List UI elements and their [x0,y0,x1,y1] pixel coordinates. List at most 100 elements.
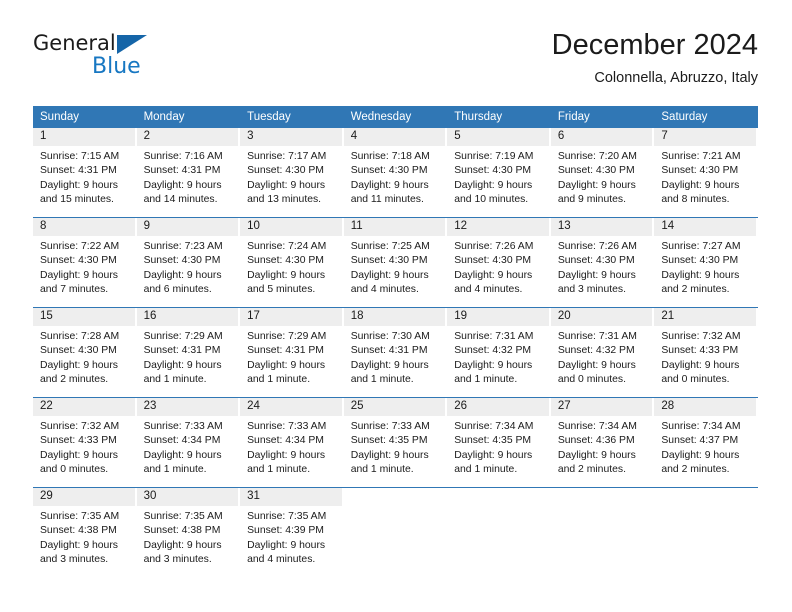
day-number: 19 [447,308,549,326]
day-cell[interactable]: 14 Sunrise: 7:27 AM Sunset: 4:30 PM Dayl… [654,217,758,308]
generalblue-logo[interactable]: General Blue [33,32,163,90]
day-cell[interactable]: 15 Sunrise: 7:28 AM Sunset: 4:30 PM Dayl… [33,307,137,398]
daylight-text-line2: and 0 minutes. [557,374,626,386]
sunset-text: Sunset: 4:35 PM [350,435,428,447]
day-details: Sunrise: 7:35 AM Sunset: 4:39 PM Dayligh… [240,506,344,568]
day-details: Sunrise: 7:33 AM Sunset: 4:34 PM Dayligh… [240,416,344,478]
week-row: 29 Sunrise: 7:35 AM Sunset: 4:38 PM Dayl… [33,487,758,577]
daylight-text-line1: Daylight: 9 hours [350,359,429,371]
daylight-text-line2: and 1 minute. [247,374,311,386]
day-cell[interactable]: 26 Sunrise: 7:34 AM Sunset: 4:35 PM Dayl… [447,397,551,488]
daylight-text-line2: and 8 minutes. [661,194,730,206]
daylight-text-line1: Daylight: 9 hours [247,539,326,551]
sunset-text: Sunset: 4:38 PM [40,525,117,537]
day-details: Sunrise: 7:32 AM Sunset: 4:33 PM Dayligh… [654,326,758,388]
day-cell[interactable]: 20 Sunrise: 7:31 AM Sunset: 4:32 PM Dayl… [550,307,655,398]
day-details [447,506,551,510]
sunset-text: Sunset: 4:30 PM [454,255,532,267]
day-cell[interactable]: 7 Sunrise: 7:21 AM Sunset: 4:30 PM Dayli… [654,128,758,218]
day-number: 28 [654,398,756,416]
daylight-text-line1: Daylight: 9 hours [661,449,740,461]
day-cell[interactable]: 16 Sunrise: 7:29 AM Sunset: 4:31 PM Dayl… [136,307,241,398]
sunset-text: Sunset: 4:30 PM [454,165,532,177]
day-number: 24 [240,398,342,416]
sunset-text: Sunset: 4:30 PM [557,255,635,267]
calendar-page: General Blue December 2024 Colonnella, A… [0,0,792,612]
day-details: Sunrise: 7:24 AM Sunset: 4:30 PM Dayligh… [240,236,344,298]
day-number: 23 [136,398,239,416]
day-cell[interactable]: 9 Sunrise: 7:23 AM Sunset: 4:30 PM Dayli… [136,217,241,308]
calendar-header-row: Sunday Monday Tuesday Wednesday Thursday… [33,106,758,128]
sunset-text: Sunset: 4:38 PM [143,525,221,537]
day-cell[interactable]: 4 Sunrise: 7:18 AM Sunset: 4:30 PM Dayli… [343,128,448,218]
daylight-text-line1: Daylight: 9 hours [143,359,222,371]
daylight-text-line2: and 0 minutes. [661,374,730,386]
sunrise-text: Sunrise: 7:32 AM [40,421,120,432]
sunrise-text: Sunrise: 7:20 AM [557,151,637,162]
day-cell-empty [654,487,758,577]
daylight-text-line1: Daylight: 9 hours [661,179,740,191]
sunrise-text: Sunrise: 7:27 AM [661,241,741,252]
day-cell[interactable]: 18 Sunrise: 7:30 AM Sunset: 4:31 PM Dayl… [343,307,448,398]
day-details: Sunrise: 7:29 AM Sunset: 4:31 PM Dayligh… [240,326,344,388]
daylight-text-line1: Daylight: 9 hours [143,449,222,461]
day-cell[interactable]: 1 Sunrise: 7:15 AM Sunset: 4:31 PM Dayli… [33,128,137,218]
day-number: 11 [343,218,446,236]
sunrise-text: Sunrise: 7:15 AM [40,151,120,162]
sunset-text: Sunset: 4:37 PM [661,435,739,447]
day-cell[interactable]: 6 Sunrise: 7:20 AM Sunset: 4:30 PM Dayli… [550,128,655,218]
week-row: 8 Sunrise: 7:22 AM Sunset: 4:30 PM Dayli… [33,217,758,308]
day-details [344,506,448,510]
daylight-text-line1: Daylight: 9 hours [661,359,740,371]
day-cell[interactable]: 23 Sunrise: 7:33 AM Sunset: 4:34 PM Dayl… [136,397,241,488]
sunrise-text: Sunrise: 7:30 AM [350,331,430,342]
day-cell[interactable]: 2 Sunrise: 7:16 AM Sunset: 4:31 PM Dayli… [136,128,241,218]
day-number: 1 [33,128,135,146]
day-number: 18 [343,308,446,326]
day-cell[interactable]: 13 Sunrise: 7:26 AM Sunset: 4:30 PM Dayl… [550,217,655,308]
day-cell[interactable]: 17 Sunrise: 7:29 AM Sunset: 4:31 PM Dayl… [240,307,344,398]
day-number: 10 [240,218,342,236]
day-cell[interactable]: 11 Sunrise: 7:25 AM Sunset: 4:30 PM Dayl… [343,217,448,308]
day-cell[interactable]: 21 Sunrise: 7:32 AM Sunset: 4:33 PM Dayl… [654,307,758,398]
daylight-text-line2: and 3 minutes. [143,554,212,566]
day-details: Sunrise: 7:30 AM Sunset: 4:31 PM Dayligh… [344,326,448,388]
weekday-header-saturday: Saturday [654,106,758,128]
day-cell[interactable]: 8 Sunrise: 7:22 AM Sunset: 4:30 PM Dayli… [33,217,137,308]
day-cell[interactable]: 28 Sunrise: 7:34 AM Sunset: 4:37 PM Dayl… [654,397,758,488]
sunset-text: Sunset: 4:31 PM [143,165,221,177]
daylight-text-line1: Daylight: 9 hours [40,269,118,281]
day-details: Sunrise: 7:34 AM Sunset: 4:36 PM Dayligh… [551,416,655,478]
day-number: 2 [136,128,239,146]
day-details: Sunrise: 7:26 AM Sunset: 4:30 PM Dayligh… [551,236,655,298]
day-cell[interactable]: 30 Sunrise: 7:35 AM Sunset: 4:38 PM Dayl… [136,487,241,577]
daylight-text-line2: and 4 minutes. [350,284,419,296]
daylight-text-line2: and 1 minute. [350,464,414,476]
daylight-text-line2: and 9 minutes. [557,194,626,206]
day-cell[interactable]: 10 Sunrise: 7:24 AM Sunset: 4:30 PM Dayl… [240,217,344,308]
day-cell[interactable]: 19 Sunrise: 7:31 AM Sunset: 4:32 PM Dayl… [447,307,551,398]
day-cell[interactable]: 27 Sunrise: 7:34 AM Sunset: 4:36 PM Dayl… [550,397,655,488]
day-cell[interactable]: 31 Sunrise: 7:35 AM Sunset: 4:39 PM Dayl… [240,487,344,577]
day-cell[interactable]: 3 Sunrise: 7:17 AM Sunset: 4:30 PM Dayli… [240,128,344,218]
daylight-text-line1: Daylight: 9 hours [454,359,533,371]
day-number: 20 [550,308,653,326]
sunset-text: Sunset: 4:30 PM [661,255,739,267]
daylight-text-line2: and 1 minute. [143,464,207,476]
day-cell[interactable]: 5 Sunrise: 7:19 AM Sunset: 4:30 PM Dayli… [447,128,551,218]
daylight-text-line1: Daylight: 9 hours [143,179,222,191]
day-cell[interactable]: 24 Sunrise: 7:33 AM Sunset: 4:34 PM Dayl… [240,397,344,488]
daylight-text-line1: Daylight: 9 hours [661,269,740,281]
day-number: 7 [654,128,756,146]
sunset-text: Sunset: 4:30 PM [350,255,428,267]
day-cell[interactable]: 25 Sunrise: 7:33 AM Sunset: 4:35 PM Dayl… [343,397,448,488]
day-details: Sunrise: 7:29 AM Sunset: 4:31 PM Dayligh… [137,326,241,388]
day-cell[interactable]: 12 Sunrise: 7:26 AM Sunset: 4:30 PM Dayl… [447,217,551,308]
sunrise-text: Sunrise: 7:34 AM [557,421,637,432]
day-number: 25 [343,398,446,416]
title-block: December 2024 Colonnella, Abruzzo, Italy [552,28,758,87]
daylight-text-line1: Daylight: 9 hours [557,179,636,191]
day-cell[interactable]: 22 Sunrise: 7:32 AM Sunset: 4:33 PM Dayl… [33,397,137,488]
day-cell[interactable]: 29 Sunrise: 7:35 AM Sunset: 4:38 PM Dayl… [33,487,137,577]
daylight-text-line2: and 13 minutes. [247,194,322,206]
